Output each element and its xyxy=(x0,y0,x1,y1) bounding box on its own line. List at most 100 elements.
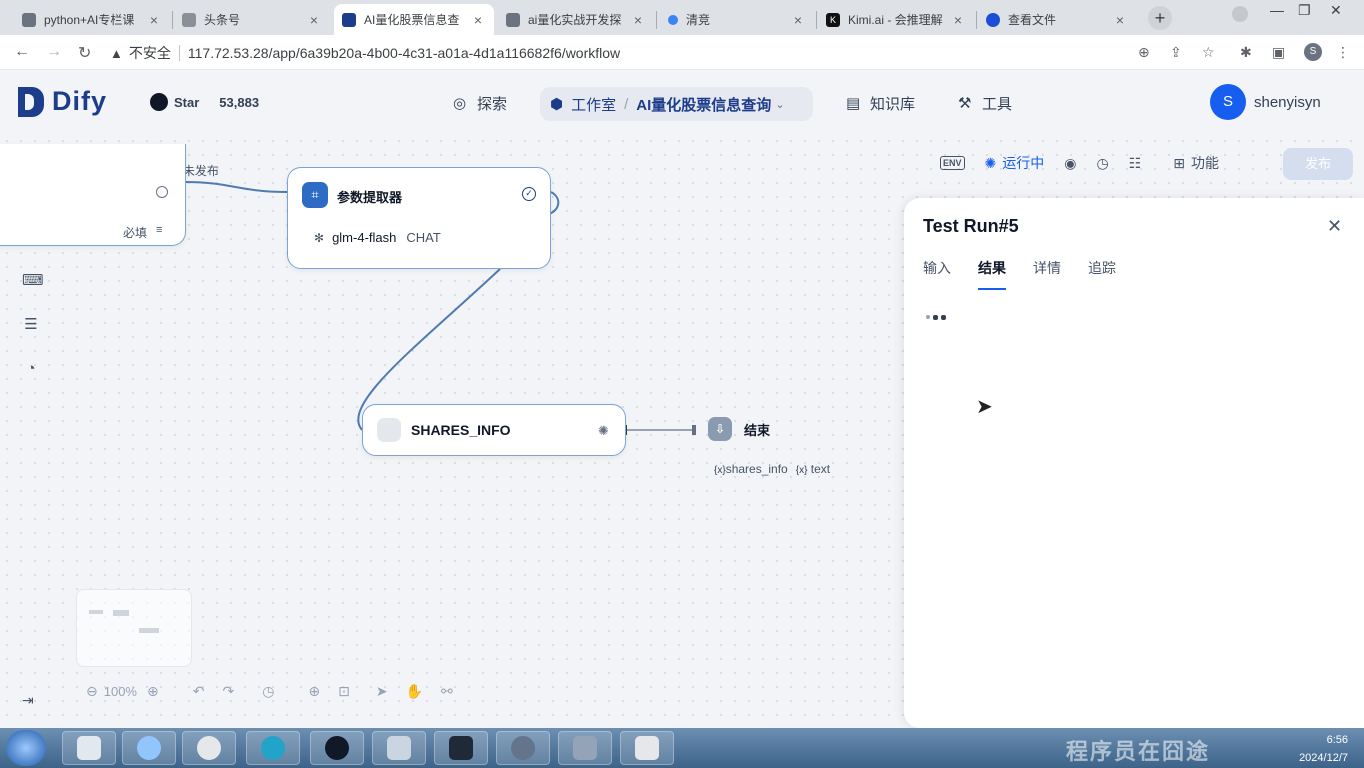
terminal-icon[interactable]: ⌨ xyxy=(22,272,44,290)
redo-icon[interactable]: ↷ xyxy=(222,683,234,700)
minimap-node xyxy=(113,610,129,616)
zoom-level[interactable]: 100% xyxy=(104,684,137,699)
publish-button[interactable]: 发布 xyxy=(1283,148,1353,180)
close-icon[interactable]: × xyxy=(306,12,322,28)
nav-tools-label: 工具 xyxy=(982,96,1013,113)
tab-detail[interactable]: 详情 xyxy=(1033,258,1061,290)
close-icon[interactable]: × xyxy=(146,12,162,28)
taskbar-app-tool[interactable] xyxy=(558,731,612,765)
profile-avatar[interactable]: S xyxy=(1304,43,1322,61)
close-icon[interactable]: × xyxy=(950,12,966,28)
tab-result[interactable]: 结果 xyxy=(978,258,1006,290)
taskbar-app-chrome[interactable] xyxy=(496,731,550,765)
zoom-in-icon[interactable]: ⊕ xyxy=(147,683,159,700)
browser-tab-4[interactable]: ai量化实战开发探 × xyxy=(498,4,654,35)
browser-tab-7[interactable]: 查看文件 × xyxy=(978,4,1136,35)
end-node[interactable]: ⇩ 结束 xyxy=(708,417,770,441)
back-icon[interactable]: ← xyxy=(14,43,30,61)
nav-explore[interactable]: ◎ 探索 xyxy=(453,93,507,114)
panel-title: Test Run#5 xyxy=(923,216,1019,236)
log-icon[interactable]: ☰ xyxy=(22,316,40,334)
taskbar-app-chat[interactable] xyxy=(182,731,236,765)
browser-tab-1[interactable]: python+AI专栏课 × xyxy=(14,4,170,35)
current-app-name[interactable]: AI量化股票信息查询 xyxy=(636,94,771,115)
zoom-out-icon[interactable]: ⊖ xyxy=(86,683,98,700)
restore-icon[interactable]: ❐ xyxy=(1298,2,1311,19)
running-status[interactable]: ✺ 运行中 xyxy=(985,153,1045,173)
close-icon[interactable]: × xyxy=(470,12,486,28)
stop-icon[interactable]: ◉ xyxy=(1064,155,1076,172)
add-node-icon[interactable]: ⊕ xyxy=(308,683,320,700)
tool-icon xyxy=(377,418,401,442)
mindmap-icon xyxy=(261,736,285,760)
nav-knowledge[interactable]: ▤ 知识库 xyxy=(846,93,915,114)
taskbar-app-browser[interactable] xyxy=(122,731,176,765)
node-title: 参数提取器 xyxy=(337,190,403,205)
browser-tab-3-active[interactable]: AI量化股票信息查 × xyxy=(334,4,494,35)
pointer-icon[interactable]: ➤ xyxy=(376,683,388,700)
forward-icon[interactable]: → xyxy=(46,43,62,61)
taskbar-app-mindmap[interactable] xyxy=(246,731,300,765)
close-window-icon[interactable]: ✕ xyxy=(1330,2,1342,19)
checklist-icon[interactable]: ☷ xyxy=(1129,155,1142,172)
url-field[interactable]: ▲ 不安全 117.72.53.28/app/6a39b20a-4b00-4c3… xyxy=(110,40,1210,66)
user-menu[interactable]: S shenyisyn xyxy=(1210,84,1321,120)
compass-icon: ◎ xyxy=(453,94,467,112)
taskbar-app-pycharm[interactable] xyxy=(434,731,488,765)
history-icon[interactable]: ◷ xyxy=(262,683,274,700)
hand-icon[interactable]: ✋ xyxy=(406,683,423,700)
browser-tab-5[interactable]: 清竞 × xyxy=(658,4,814,35)
model-info: ✻ glm-4-flash CHAT xyxy=(314,230,441,245)
taskbar-app-explorer[interactable] xyxy=(62,731,116,765)
url-text: 117.72.53.28/app/6a39b20a-4b00-4c31-a01a… xyxy=(187,45,621,61)
start-button[interactable] xyxy=(6,730,46,766)
shares-info-node[interactable]: SHARES_INFO ✺ xyxy=(362,404,626,456)
bookmark-star-icon[interactable]: ☆ xyxy=(1202,44,1215,61)
start-node[interactable]: 必填 ≡ xyxy=(0,144,186,246)
close-icon[interactable]: × xyxy=(1112,12,1128,28)
nav-studio[interactable]: ⬢ 工作室 / AI量化股票信息查询 ⌄ xyxy=(540,87,813,121)
model-name: glm-4-flash xyxy=(332,230,397,245)
tab-input[interactable]: 输入 xyxy=(923,258,951,290)
address-bar: ← → ↻ ▲ 不安全 117.72.53.28/app/6a39b20a-4b… xyxy=(0,35,1364,70)
sidepanel-icon[interactable]: ▣ xyxy=(1272,44,1285,61)
zoom-icon[interactable]: ⊕ xyxy=(1138,44,1150,61)
new-tab-button[interactable]: + xyxy=(1148,6,1172,30)
expand-icon[interactable]: ⇥ xyxy=(22,692,34,709)
browser-tab-2[interactable]: 头条号 × xyxy=(174,4,330,35)
nav-tools[interactable]: ⚒ 工具 xyxy=(958,93,1012,114)
close-icon[interactable]: × xyxy=(790,12,806,28)
reload-icon[interactable]: ↻ xyxy=(78,43,91,63)
close-icon[interactable]: ✕ xyxy=(1327,216,1342,237)
undo-icon[interactable]: ↶ xyxy=(193,683,205,700)
taskbar-app-ppt[interactable] xyxy=(620,731,674,765)
feature-button[interactable]: ⊞ 功能 xyxy=(1173,153,1219,173)
workflow-canvas[interactable]: ▭ ⌨ ☰ ◔ AI量化股票信息查询 自动保存 11:56:36 · 未发布 必… xyxy=(0,134,1364,728)
env-button[interactable]: ENV xyxy=(940,156,965,170)
browser-tab-6[interactable]: K Kimi.ai - 会推理解 × xyxy=(818,4,974,35)
menu-icon[interactable]: ⋮ xyxy=(1336,44,1350,61)
tab-trace[interactable]: 追踪 xyxy=(1088,258,1116,290)
layout-icon[interactable]: ⚯ xyxy=(441,683,453,700)
tab-search-icon[interactable] xyxy=(1232,6,1248,22)
taskbar-app-qq[interactable] xyxy=(310,731,364,765)
variable-icon: {x} xyxy=(795,465,808,476)
security-label[interactable]: 不安全 xyxy=(129,43,171,63)
share-icon[interactable]: ⇪ xyxy=(1170,44,1182,61)
minimap-node xyxy=(139,628,159,633)
video-watermark: 程序员在囧途 xyxy=(1066,739,1211,764)
dify-logo[interactable]: Dify xyxy=(18,86,107,117)
chevron-down-icon[interactable]: ⌄ xyxy=(775,98,784,111)
minimize-icon[interactable]: — xyxy=(1270,2,1284,18)
extensions-icon[interactable]: ✱ xyxy=(1240,44,1252,61)
feature-label: 功能 xyxy=(1190,155,1219,171)
parameter-extractor-node[interactable]: ⌗ 参数提取器 ✓ ✻ glm-4-flash CHAT xyxy=(287,167,551,269)
monitor-icon[interactable]: ◔ xyxy=(22,360,40,378)
close-icon[interactable]: × xyxy=(630,12,646,28)
note-icon[interactable]: ⊡ xyxy=(338,683,350,700)
tab-separator xyxy=(816,11,817,29)
taskbar-app-bird[interactable] xyxy=(372,731,426,765)
github-star-button[interactable]: Star 53,883 xyxy=(150,93,259,111)
history-icon[interactable]: ◷ xyxy=(1096,155,1108,172)
minimap[interactable] xyxy=(76,589,192,667)
